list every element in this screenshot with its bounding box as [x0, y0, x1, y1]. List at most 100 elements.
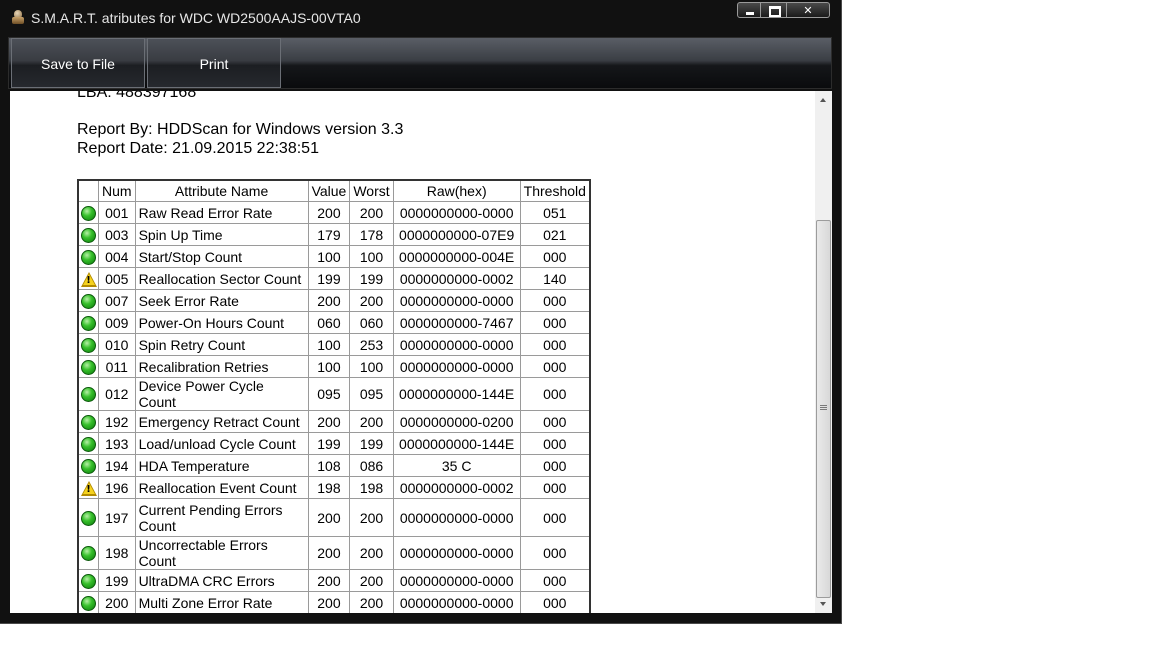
threshold-cell: 000	[519, 498, 591, 537]
green-status-icon	[81, 337, 96, 353]
attribute-name-cell: Spin Retry Count	[134, 333, 309, 356]
app-icon[interactable]	[12, 10, 24, 24]
table-row: ! 196 Reallocation Event Count 198 198 000000…	[77, 476, 591, 499]
value-cell: 199	[307, 267, 351, 290]
attribute-name-cell: Reallocation Sector Count	[134, 267, 309, 290]
threshold-cell: 000	[519, 569, 591, 592]
threshold-cell: 000	[519, 591, 591, 613]
num-cell: 192	[98, 410, 136, 433]
threshold-cell: 000	[519, 410, 591, 433]
table-row: 009 Power-On Hours Count 060 060 0000000000-…	[77, 311, 591, 334]
threshold-cell: 000	[519, 245, 591, 268]
table-row: 010 Spin Retry Count 100 253 0000000000-0000…	[77, 333, 591, 356]
toolbar: Save to File Print	[8, 37, 832, 89]
num-cell: 200	[98, 591, 136, 613]
vertical-scrollbar[interactable]	[815, 91, 832, 613]
threshold-cell: 000	[519, 355, 591, 378]
raw-hex-cell: 0000000000-144E	[392, 377, 521, 411]
raw-hex-cell: 0000000000-0000	[392, 355, 521, 378]
worst-cell: 100	[349, 245, 394, 268]
value-cell: 060	[307, 311, 351, 334]
num-cell: 198	[98, 536, 136, 570]
status-cell	[77, 432, 99, 455]
status-cell	[77, 289, 99, 312]
status-cell	[77, 454, 99, 477]
status-cell: !	[77, 476, 99, 499]
threshold-cell: 000	[519, 333, 591, 356]
table-row: 012 Device Power Cycle Count 095 095 0000000…	[77, 377, 591, 411]
green-status-icon	[81, 436, 96, 452]
green-status-icon	[81, 227, 96, 243]
value-cell: 200	[307, 591, 351, 613]
title-bar[interactable]: S.M.A.R.T. atributes for WDC WD2500AAJS-…	[0, 0, 842, 34]
status-cell	[77, 311, 99, 334]
num-cell: 005	[98, 267, 136, 290]
raw-hex-cell: 0000000000-0000	[392, 536, 521, 570]
attribute-name-cell: Current Pending Errors Count	[134, 498, 309, 537]
attribute-name-cell: Load/unload Cycle Count	[134, 432, 309, 455]
grip-icon	[820, 407, 827, 408]
attribute-name-cell: Device Power Cycle Count	[134, 377, 309, 411]
raw-hex-cell: 0000000000-7467	[392, 311, 521, 334]
num-cell: 010	[98, 333, 136, 356]
worst-cell: 100	[349, 355, 394, 378]
green-status-icon	[81, 359, 96, 375]
value-cell: 200	[307, 536, 351, 570]
close-button[interactable]: ✕	[787, 2, 830, 18]
scroll-down-arrow-icon[interactable]	[820, 602, 826, 606]
warning-icon: !	[80, 480, 97, 496]
worst-cell: 178	[349, 223, 394, 246]
status-cell	[77, 410, 99, 433]
report-by: Report By: HDDScan for Windows version 3…	[77, 121, 404, 138]
worst-cell: 095	[349, 377, 394, 411]
value-cell: 200	[307, 569, 351, 592]
scroll-up-arrow-icon[interactable]	[820, 98, 826, 102]
green-status-icon	[81, 573, 96, 589]
table-row: 199 UltraDMA CRC Errors 200 200 0000000000-0…	[77, 569, 591, 592]
num-cell: 003	[98, 223, 136, 246]
num-cell: 197	[98, 498, 136, 537]
header-status	[77, 179, 99, 202]
print-button[interactable]: Print	[147, 38, 281, 88]
status-cell: !	[77, 267, 99, 290]
table-row: 004 Start/Stop Count 100 100 0000000000-004E…	[77, 245, 591, 268]
raw-hex-cell: 0000000000-0200	[392, 410, 521, 433]
attribute-name-cell: UltraDMA CRC Errors	[134, 569, 309, 592]
num-cell: 012	[98, 377, 136, 411]
green-status-icon	[81, 414, 96, 430]
value-cell: 200	[307, 201, 351, 224]
green-status-icon	[81, 595, 96, 611]
scrollbar-thumb[interactable]	[816, 220, 831, 598]
maximize-button[interactable]	[761, 2, 787, 18]
attribute-name-cell: Raw Read Error Rate	[134, 201, 309, 224]
report-view[interactable]: LBA: 488397168 Report By: HDDScan for Wi…	[10, 91, 832, 613]
threshold-cell: 000	[519, 454, 591, 477]
header-attribute-name: Attribute Name	[134, 179, 309, 202]
status-cell	[77, 201, 99, 224]
value-cell: 179	[307, 223, 351, 246]
attribute-name-cell: Reallocation Event Count	[134, 476, 309, 499]
worst-cell: 198	[349, 476, 394, 499]
worst-cell: 200	[349, 591, 394, 613]
minimize-button[interactable]	[737, 2, 761, 18]
raw-hex-cell: 0000000000-0000	[392, 289, 521, 312]
header-value: Value	[307, 179, 351, 202]
num-cell: 196	[98, 476, 136, 499]
green-status-icon	[81, 249, 96, 265]
num-cell: 011	[98, 355, 136, 378]
green-status-icon	[81, 458, 96, 474]
raw-hex-cell: 0000000000-0000	[392, 333, 521, 356]
attribute-name-cell: Start/Stop Count	[134, 245, 309, 268]
num-cell: 009	[98, 311, 136, 334]
close-icon: ✕	[803, 4, 813, 17]
threshold-cell: 000	[519, 311, 591, 334]
table-row: 200 Multi Zone Error Rate 200 200 0000000000…	[77, 591, 591, 613]
value-cell: 200	[307, 289, 351, 312]
attribute-name-cell: Power-On Hours Count	[134, 311, 309, 334]
save-to-file-button[interactable]: Save to File	[11, 38, 145, 88]
minimize-icon	[746, 12, 754, 15]
value-cell: 095	[307, 377, 351, 411]
threshold-cell: 000	[519, 377, 591, 411]
table-row: 198 Uncorrectable Errors Count 200 200 00000…	[77, 536, 591, 570]
attribute-name-cell: Recalibration Retries	[134, 355, 309, 378]
